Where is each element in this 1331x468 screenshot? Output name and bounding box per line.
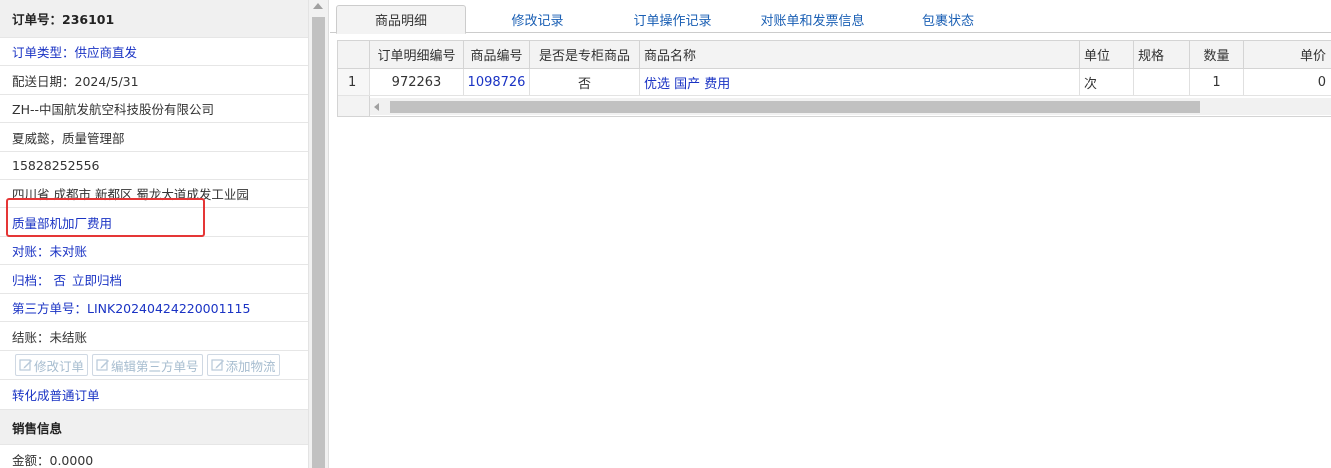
order-type: 订单类型：供应商直发 [12,45,138,60]
scroll-left-arrow-icon[interactable] [374,103,379,111]
delivery-date: 配送日期：2024/5/31 [12,73,139,89]
reconcile-row: 对账：未对账 [0,237,308,265]
amount: 金额：0.0000 [12,452,94,468]
vertical-scrollbar[interactable] [309,0,329,468]
horizontal-scrollbar-thumb[interactable] [390,101,1200,113]
cell-unit-price: 0 [1317,74,1326,90]
convert-to-normal-order-link[interactable]: 转化成普通订单 [12,385,100,404]
edit-order-label: 修改订单 [34,358,85,374]
add-logistics-label: 添加物流 [225,358,276,374]
table-row[interactable]: 1 972263 1098726 否 优选 国产 费用 次 1 0 [338,69,1331,96]
sales-info-header: 销售信息 [0,410,308,445]
column-header-unit[interactable]: 单位 [1080,41,1134,68]
edit-third-party-label: 编辑第三方单号 [111,358,199,374]
order-type-row: 订单类型：供应商直发 [0,38,308,66]
action-button-row: 修改订单 编辑第三方单号 添加物流 [0,351,308,380]
scrollbar-thumb[interactable] [312,17,325,468]
scroll-up-arrow-icon[interactable] [313,3,323,9]
tab-label: 修改记录 [511,13,564,29]
column-header-spec[interactable]: 规格 [1134,41,1190,68]
reconcile-status: 对账：未对账 [12,244,88,259]
tab-bar: 商品明细 修改记录 订单操作记录 对账单和发票信息 包裹状态 [330,0,1331,34]
product-detail-table: 订单明细编号 商品编号 是否是专柜商品 商品名称 单位 规格 数量 单价 1 9… [337,40,1331,117]
archive-now-link[interactable]: 立即归档 [72,270,122,289]
column-header-product-name[interactable]: 商品名称 [640,41,1080,68]
add-logistics-button[interactable]: 添加物流 [206,354,280,376]
column-header-row-number [338,41,370,68]
tab-label: 包裹状态 [921,13,974,29]
convert-row: 转化成普通订单 [0,380,308,410]
column-header-unit-price[interactable]: 单价 [1244,41,1331,68]
tab-reconcile-invoice[interactable]: 对账单和发票信息 [750,5,875,33]
table-header: 订单明细编号 商品编号 是否是专柜商品 商品名称 单位 规格 数量 单价 [338,41,1331,69]
row-number-gutter [338,96,370,116]
archive-value: 否 [53,272,67,288]
cell-product-name-link[interactable]: 优选 国产 费用 [640,69,1080,95]
settlement-status: 结账：未结账 [12,329,88,345]
order-number-header: 订单号：236101 [0,0,308,38]
edit-icon [210,359,224,371]
company-row: ZH--中国航发航空科技股份有限公司 [0,95,308,123]
settlement-row: 结账：未结账 [0,322,308,351]
edit-order-button[interactable]: 修改订单 [15,354,89,376]
column-header-counter-product[interactable]: 是否是专柜商品 [530,41,640,68]
tab-label: 订单操作记录 [633,13,712,29]
address-row: 四川省 成都市 新都区 蜀龙大道成发工业园 [0,180,308,208]
third-party-row: 第三方单号：LINK20240424220001115 [0,294,308,322]
phone-number: 15828252556 [12,158,100,173]
archive-row: 归档： 否 立即归档 [0,265,308,294]
contact-row: 夏威懿，质量管理部 [0,123,308,152]
remark: 质量部机加厂费用 [12,215,113,231]
archive-label: 归档： [12,272,50,288]
tab-modify-log[interactable]: 修改记录 [490,5,585,33]
column-header-detail-id[interactable]: 订单明细编号 [370,41,464,68]
row-number: 1 [338,69,370,95]
edit-icon [96,359,110,371]
third-party-number: 第三方单号：LINK20240424220001115 [12,301,251,316]
address: 四川省 成都市 新都区 蜀龙大道成发工业园 [12,187,249,202]
order-info-panel: 订单号：236101 订单类型：供应商直发 配送日期：2024/5/31 ZH-… [0,0,309,468]
cell-quantity: 1 [1190,69,1244,95]
tab-label: 商品明细 [374,14,427,29]
tab-label: 对账单和发票信息 [760,13,865,29]
remark-row: 质量部机加厂费用 [0,208,308,237]
sales-info-title: 销售信息 [12,420,63,436]
horizontal-scrollbar[interactable] [370,98,1331,115]
cell-counter-product: 否 [530,69,640,95]
company-name: ZH--中国航发航空科技股份有限公司 [12,102,214,117]
column-header-product-id[interactable]: 商品编号 [464,41,530,68]
cell-product-id-link[interactable]: 1098726 [464,69,530,95]
column-header-quantity[interactable]: 数量 [1190,41,1244,68]
tab-product-details[interactable]: 商品明细 [336,5,466,34]
cell-spec [1134,69,1190,95]
tab-order-operation-log[interactable]: 订单操作记录 [620,5,725,33]
contact-person: 夏威懿，质量管理部 [12,130,125,146]
amount-row: 金额：0.0000 [0,445,308,468]
order-number: 订单号：236101 [12,12,115,27]
phone-row: 15828252556 [0,152,308,180]
edit-icon [19,359,32,371]
tab-package-status[interactable]: 包裹状态 [908,5,988,33]
delivery-date-row: 配送日期：2024/5/31 [0,66,308,95]
edit-third-party-button[interactable]: 编辑第三方单号 [92,354,203,376]
cell-unit: 次 [1080,69,1134,95]
cell-detail-id: 972263 [370,69,464,95]
